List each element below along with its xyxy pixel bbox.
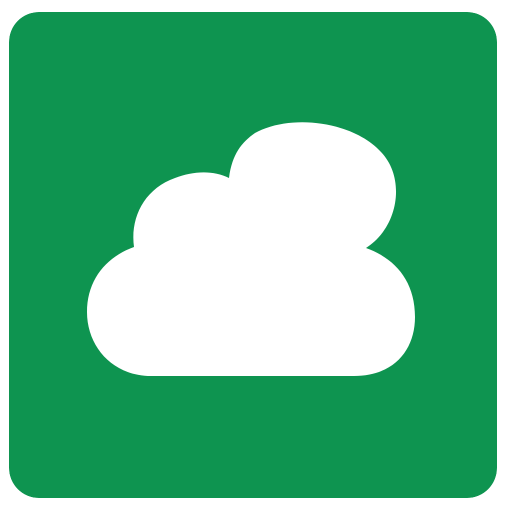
cloud-app-icon[interactable] — [9, 12, 497, 498]
cloud-icon-graphic — [9, 12, 497, 498]
